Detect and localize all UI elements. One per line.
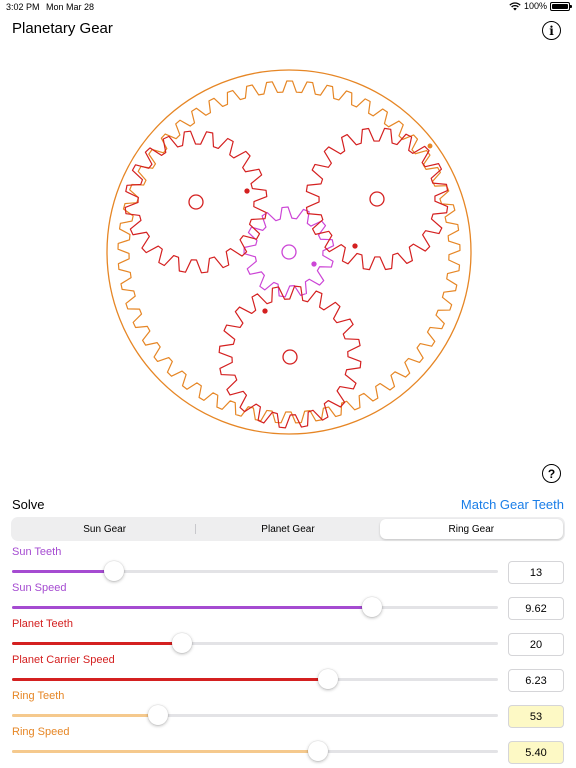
ring-teeth-field[interactable]: 53 <box>508 705 564 728</box>
status-right: 100% <box>509 1 572 11</box>
param-row-ring-teeth: Ring Teeth 53 <box>0 690 576 728</box>
sun-teeth-slider[interactable] <box>12 561 498 581</box>
planet-gear-hub <box>369 191 385 207</box>
sun-gear-marker <box>311 261 317 267</box>
sun-teeth-label: Sun Teeth <box>12 546 62 558</box>
ring-teeth-slider[interactable] <box>12 705 498 725</box>
planet-gear-hub <box>188 194 204 210</box>
status-bar: 3:02 PM Mon Mar 28 100% <box>0 0 576 14</box>
tab-label: Sun Gear <box>83 523 127 535</box>
param-row-planet-teeth: Planet Teeth 20 <box>0 618 576 656</box>
planetary-gear-diagram <box>106 69 472 435</box>
slider-fill <box>12 678 328 681</box>
planet-carrier-speed-slider[interactable] <box>12 669 498 689</box>
info-icon[interactable]: i <box>542 21 561 40</box>
status-date: Mon Mar 28 <box>46 2 95 12</box>
tab-planet-gear[interactable]: Planet Gear <box>196 519 379 539</box>
slider-thumb[interactable] <box>317 669 338 689</box>
ring-speed-label: Ring Speed <box>12 726 70 738</box>
slider-thumb[interactable] <box>308 741 329 761</box>
param-row-sun-teeth: Sun Teeth 13 <box>0 546 576 584</box>
tab-ring-gear[interactable]: Ring Gear <box>379 519 563 539</box>
slider-fill <box>12 714 158 717</box>
param-row-ring-speed: Ring Speed 5.40 <box>0 726 576 764</box>
solve-for-segmented-control: Sun Gear Planet Gear Ring Gear <box>11 517 565 541</box>
planet-gear-marker <box>262 308 268 314</box>
ring-speed-slider[interactable] <box>12 741 498 761</box>
slider-thumb[interactable] <box>361 597 382 617</box>
slider-fill <box>12 750 319 753</box>
param-row-sun-speed: Sun Speed 9.62 <box>0 582 576 620</box>
sun-speed-field[interactable]: 9.62 <box>508 597 564 620</box>
slider-fill <box>12 642 183 645</box>
solve-label: Solve <box>12 497 45 512</box>
planet-carrier-speed-field[interactable]: 6.23 <box>508 669 564 692</box>
battery-icon <box>550 1 572 11</box>
planet-teeth-field[interactable]: 20 <box>508 633 564 656</box>
slider-thumb[interactable] <box>172 633 193 653</box>
match-gear-teeth-button[interactable]: Match Gear Teeth <box>461 497 564 512</box>
planet-teeth-label: Planet Teeth <box>12 618 73 630</box>
planet-carrier-speed-label: Planet Carrier Speed <box>12 654 115 666</box>
ring-teeth-label: Ring Teeth <box>12 690 65 702</box>
tab-label: Ring Gear <box>448 523 495 535</box>
slider-thumb[interactable] <box>147 705 168 725</box>
page-title: Planetary Gear <box>12 20 113 37</box>
wifi-icon <box>509 1 521 10</box>
ring-gear-marker <box>427 143 433 149</box>
battery-percent: 100% <box>523 1 547 11</box>
planet-gear <box>218 285 362 429</box>
status-time: 3:02 PM <box>6 2 40 12</box>
ring-speed-field[interactable]: 5.40 <box>508 741 564 764</box>
sun-speed-slider[interactable] <box>12 597 498 617</box>
planet-teeth-slider[interactable] <box>12 633 498 653</box>
sun-gear-hub <box>281 244 297 260</box>
question-icon[interactable]: ? <box>542 464 561 483</box>
sun-speed-label: Sun Speed <box>12 582 67 594</box>
slider-thumb[interactable] <box>104 561 125 581</box>
tab-sun-gear[interactable]: Sun Gear <box>13 519 197 539</box>
slider-fill <box>12 570 115 573</box>
planet-gear <box>124 130 268 274</box>
tab-label: Planet Gear <box>261 523 315 535</box>
sun-gear <box>243 206 335 298</box>
ring-gear <box>117 80 461 424</box>
sun-teeth-field[interactable]: 13 <box>508 561 564 584</box>
planet-gear-marker <box>244 188 250 194</box>
planet-gear-marker <box>352 243 358 249</box>
slider-fill <box>12 606 372 609</box>
planet-gear-hub <box>282 349 298 365</box>
param-row-planet-carrier-speed: Planet Carrier Speed 6.23 <box>0 654 576 692</box>
